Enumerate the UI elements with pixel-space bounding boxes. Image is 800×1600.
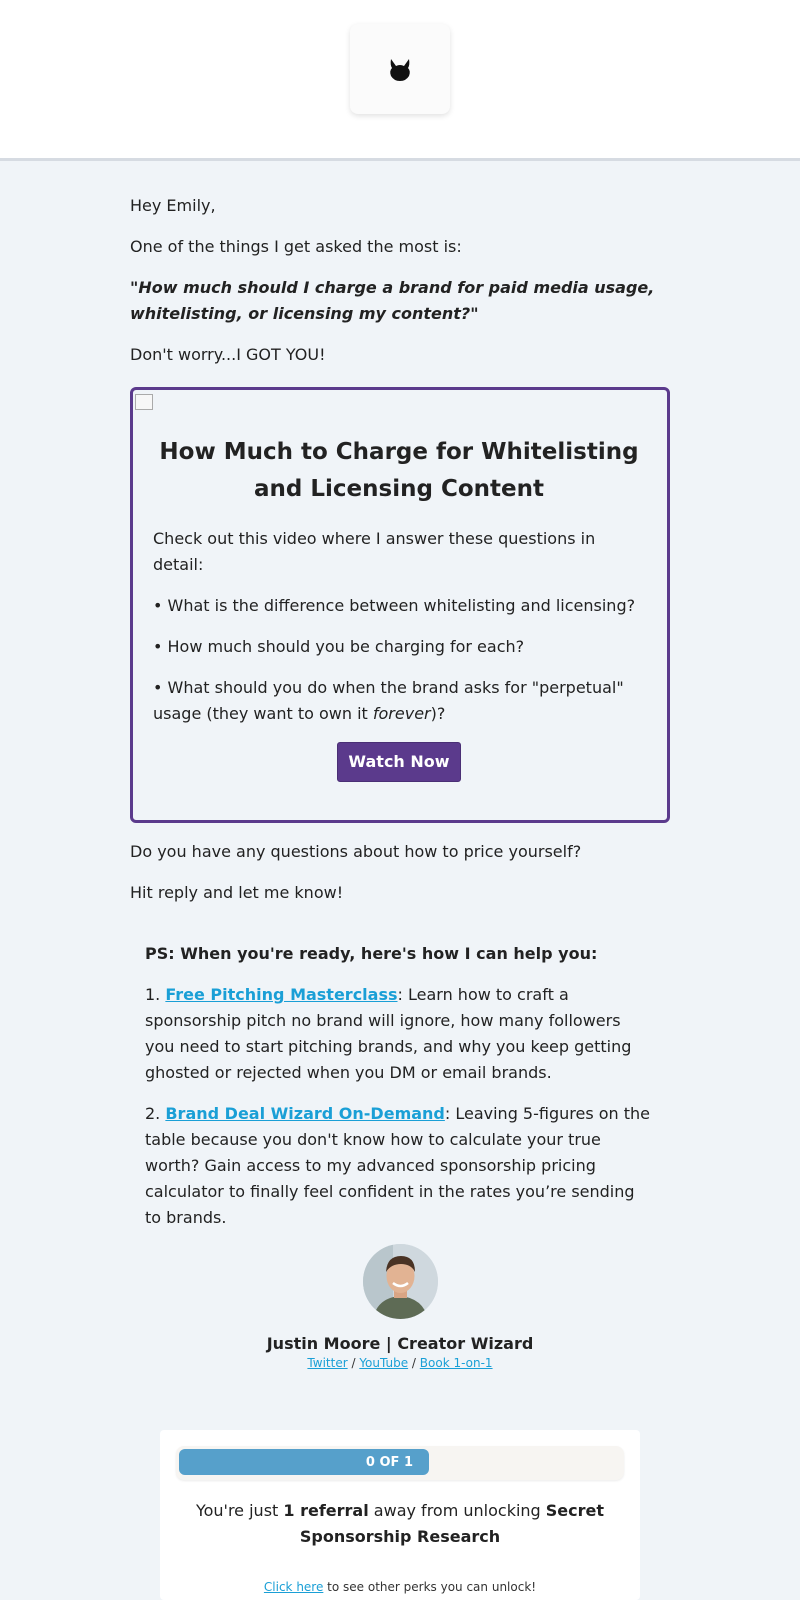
ps-item-number: 2. [145, 1104, 166, 1123]
referral-progress-bar: 0 OF 1 [176, 1446, 624, 1480]
card-bullet: • What is the difference between whiteli… [153, 596, 636, 615]
perks-link[interactable]: Click here [264, 1580, 323, 1594]
card-bullet: • What should you do when the brand asks… [153, 675, 645, 727]
question-text: Do you have any questions about how to p… [130, 842, 582, 861]
card-title: How Much to Charge for Whitelisting and … [159, 439, 639, 502]
referral-subtext-rest: to see other perks you can unlock! [323, 1580, 537, 1594]
twitter-link[interactable]: Twitter [307, 1356, 347, 1370]
video-card: How Much to Charge for Whitelisting and … [130, 387, 670, 823]
bullet-emphasis: forever [372, 704, 431, 723]
email-header [0, 0, 800, 161]
pitching-masterclass-link[interactable]: Free Pitching Masterclass [165, 985, 397, 1004]
avatar [362, 1244, 438, 1319]
question-quote: "How much should I charge a brand for pa… [130, 278, 655, 323]
cat-logo-icon [390, 59, 410, 81]
bullet-text-end: )? [430, 704, 446, 723]
referral-text-mid: away from unlocking [368, 1501, 546, 1520]
referral-box: 0 OF 1 You're just 1 referral away from … [160, 1430, 640, 1600]
referral-text-start: You're just [195, 1501, 284, 1520]
broken-image-icon [135, 394, 153, 410]
email-body: Hey Emily, One of the things I get asked… [130, 160, 670, 1246]
card-bullet: • How much should you be charging for ea… [153, 637, 525, 656]
referral-subtext: Click here to see other perks you can un… [160, 1580, 640, 1594]
avatar-photo [362, 1244, 438, 1319]
logo [350, 24, 450, 114]
youtube-link[interactable]: YouTube [359, 1356, 408, 1370]
ps-item: 2. Brand Deal Wizard On-Demand: Leaving … [145, 1101, 655, 1231]
ps-title: PS: When you're ready, here's how I can … [145, 944, 598, 963]
ps-item: 1. Free Pitching Masterclass: Learn how … [145, 982, 655, 1086]
link-separator: / [408, 1356, 420, 1370]
referral-text: You're just 1 referral away from unlocki… [190, 1498, 610, 1550]
link-separator: / [347, 1356, 360, 1370]
greeting: Hey Emily, [130, 196, 216, 215]
card-lead: Check out this video where I answer thes… [153, 529, 596, 574]
ps-section: PS: When you're ready, here's how I can … [130, 921, 670, 1231]
book-call-link[interactable]: Book 1-on-1 [420, 1356, 493, 1370]
referral-count: 1 referral [283, 1501, 369, 1520]
watch-now-button[interactable]: Watch Now [337, 742, 461, 782]
ps-item-number: 1. [145, 985, 166, 1004]
intro-text: One of the things I get asked the most i… [130, 237, 462, 256]
signature-links: Twitter / YouTube / Book 1-on-1 [0, 1356, 800, 1370]
brand-deal-wizard-link[interactable]: Brand Deal Wizard On-Demand [165, 1104, 445, 1123]
referral-progress-fill: 0 OF 1 [179, 1449, 429, 1475]
signature: Justin Moore | Creator Wizard Twitter / … [0, 1244, 800, 1370]
reply-text: Hit reply and let me know! [130, 883, 344, 902]
reassure-text: Don't worry...I GOT YOU! [130, 345, 326, 364]
signature-name: Justin Moore | Creator Wizard [266, 1334, 534, 1353]
